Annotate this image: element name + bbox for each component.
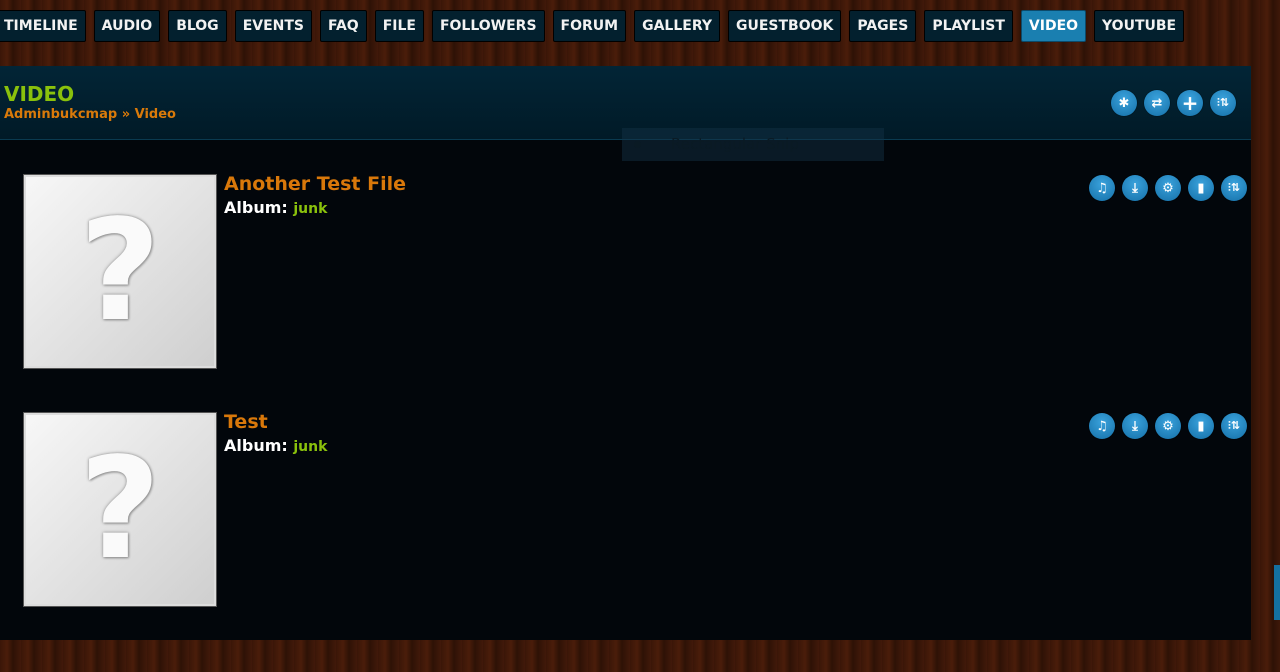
plus-icon[interactable]: +	[1177, 90, 1203, 116]
sort-icon[interactable]: ⫶⇅	[1221, 413, 1247, 439]
tab-youtube[interactable]: YOUTUBE	[1094, 10, 1185, 42]
item-actions: ♫ ⤓ ⚙ ▮ ⫶⇅	[1089, 413, 1247, 439]
header-actions: ✱ ⇄ + ⫶⇅	[1111, 90, 1236, 116]
album-link[interactable]: junk	[293, 201, 327, 217]
tab-followers[interactable]: FOLLOWERS	[431, 10, 545, 42]
trash-icon[interactable]: ▮	[1188, 413, 1214, 439]
item-title[interactable]: Test	[224, 411, 268, 433]
gear-icon[interactable]: ⚙	[1155, 413, 1181, 439]
item-actions: ♫ ⤓ ⚙ ▮ ⫶⇅	[1089, 175, 1247, 201]
thumbnail-placeholder[interactable]: ?	[23, 174, 217, 369]
list-item: ? Another Test File Album: junk ♫ ⤓ ⚙ ▮ …	[23, 173, 1247, 369]
page-title: VIDEO	[4, 82, 75, 106]
scrollbar-thumb[interactable]	[1274, 565, 1280, 620]
asterisk-icon[interactable]: ✱	[1111, 90, 1137, 116]
main-nav: TIMELINE AUDIO BLOG EVENTS FAQ FILE FOLL…	[0, 10, 1185, 42]
tab-file[interactable]: FILE	[374, 10, 424, 42]
tab-timeline[interactable]: TIMELINE	[0, 10, 86, 42]
album-label: Album:	[224, 198, 288, 217]
album-label: Album:	[224, 436, 288, 455]
tab-video[interactable]: VIDEO	[1020, 10, 1087, 42]
breadcrumb: Adminbukcmap » Video	[4, 107, 176, 122]
item-title[interactable]: Another Test File	[224, 173, 406, 195]
music-icon[interactable]: ♫	[1089, 413, 1115, 439]
music-icon[interactable]: ♫	[1089, 175, 1115, 201]
tab-events[interactable]: EVENTS	[234, 10, 312, 42]
sort-icon[interactable]: ⫶⇅	[1210, 90, 1236, 116]
breadcrumb-page[interactable]: Video	[135, 107, 176, 122]
tab-faq[interactable]: FAQ	[320, 10, 367, 42]
breadcrumb-user[interactable]: Adminbukcmap	[4, 107, 117, 122]
download-icon[interactable]: ⤓	[1122, 413, 1148, 439]
tab-pages[interactable]: PAGES	[849, 10, 917, 42]
tab-forum[interactable]: FORUM	[552, 10, 627, 42]
tab-playlist[interactable]: PLAYLIST	[924, 10, 1013, 42]
trash-icon[interactable]: ▮	[1188, 175, 1214, 201]
tab-guestbook[interactable]: GUESTBOOK	[727, 10, 842, 42]
tab-blog[interactable]: BLOG	[168, 10, 227, 42]
thumbnail-placeholder[interactable]: ?	[23, 412, 217, 607]
album-link[interactable]: junk	[293, 439, 327, 455]
refresh-icon[interactable]: ⇄	[1144, 90, 1170, 116]
item-album: Album: junk	[224, 436, 327, 455]
item-album: Album: junk	[224, 198, 327, 217]
list-item: ? Test Album: junk ♫ ⤓ ⚙ ▮ ⫶⇅	[23, 411, 1247, 607]
breadcrumb-separator: »	[121, 107, 131, 122]
sort-icon[interactable]: ⫶⇅	[1221, 175, 1247, 201]
download-icon[interactable]: ⤓	[1122, 175, 1148, 201]
tab-audio[interactable]: AUDIO	[93, 10, 161, 42]
rectangular-snip-overlay[interactable]: Rectangular Snip	[622, 128, 884, 161]
tab-gallery[interactable]: GALLERY	[634, 10, 720, 42]
gear-icon[interactable]: ⚙	[1155, 175, 1181, 201]
